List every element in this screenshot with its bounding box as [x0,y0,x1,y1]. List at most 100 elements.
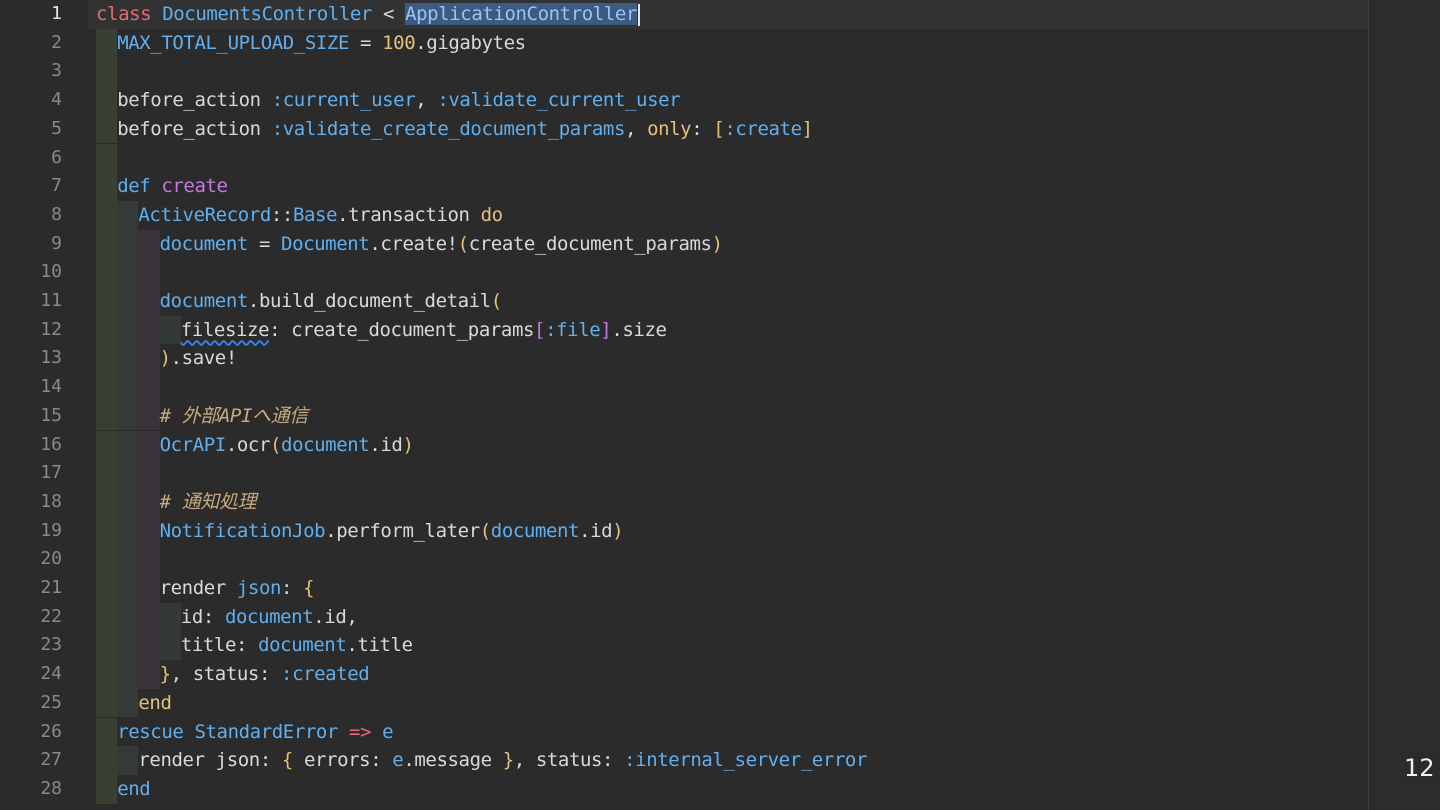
code-token: do [480,203,503,226]
code-token: e [392,749,404,772]
code-line[interactable]: 27 render json: { errors: e.message }, st… [0,746,1368,775]
line-number: 2 [51,31,62,53]
code-token: errors: [303,749,393,772]
indent-guide [117,287,139,316]
indent-guide [138,487,160,517]
code-line[interactable]: 1 class DocumentsController < Application… [0,0,1368,29]
code-token: : [281,577,304,599]
code-token: .title [346,634,413,657]
code-token: .id [579,519,613,542]
code-token: { [303,577,315,599]
code-token: only [647,117,692,140]
code-token: end [117,777,151,800]
code-line[interactable]: 5 before_action :validate_create_document… [0,114,1368,144]
indent-guide [96,258,118,287]
code-token: .perform_later [325,519,480,542]
line-number: 5 [51,117,62,139]
code-text: document.build_document_detail( [159,287,503,316]
code-line[interactable]: 28 end [0,774,1368,804]
code-line[interactable]: 11 document.build_document_detail( [0,287,1368,316]
code-token: .gigabytes [415,31,526,54]
indent-guide [138,430,160,460]
code-line[interactable]: 21 render json: { [0,574,1368,603]
code-text: title: document.title [181,631,413,660]
code-line[interactable]: 22 id: document.id, [0,602,1368,632]
indent-guide [117,315,139,345]
code-text: rescue StandardError => e [117,718,393,747]
indent-guide [96,315,118,345]
code-token: = [247,232,282,255]
line-number: 26 [40,720,62,742]
code-token: ) [402,433,414,456]
line-number: 12 [40,318,62,340]
indent-guide [96,287,118,316]
code-line[interactable]: 26 rescue StandardError => e [0,717,1368,747]
code-line[interactable]: 9 document = Document.create!(create_docu… [0,229,1368,259]
code-token: .build_document_detail [247,290,491,312]
code-text: class DocumentsController < ApplicationC… [96,0,640,29]
line-number: 14 [40,376,62,398]
indent-guide [96,344,118,374]
code-line[interactable]: 7 def create [0,172,1368,201]
code-text: MAX_TOTAL_UPLOAD_SIZE = 100.gigabytes [117,29,526,58]
indent-guide [117,229,139,259]
code-token: ActiveRecord [138,203,271,226]
code-line[interactable]: 20 [0,545,1368,574]
indent-guide [96,602,118,632]
indent-guide [96,373,118,402]
text-cursor [637,3,640,26]
indent-guide [117,430,139,460]
code-line[interactable]: 25 end [0,688,1368,718]
code-line[interactable]: 18 # 通知処理 [0,487,1368,517]
code-text: end [138,689,172,718]
indent-guide [138,545,160,574]
line-number: 19 [40,519,62,541]
code-token: filesize [180,318,270,341]
indent-guide [159,315,181,345]
code-token: , status: [170,663,282,686]
code-text: ).save! [159,344,238,373]
code-line[interactable]: 3 [0,57,1368,87]
indent-guide [117,373,139,402]
indent-guide [138,287,160,316]
line-number: 16 [40,433,62,455]
code-line[interactable]: 23 title: document.title [0,631,1368,661]
code-line[interactable]: 8 ActiveRecord::Base.transaction do [0,200,1368,230]
indent-guide [96,574,118,603]
code-token: [ [534,318,546,341]
code-line[interactable]: 19 NotificationJob.perform_later(document… [0,516,1368,546]
code-token: title: [180,634,259,657]
code-line[interactable]: 17 [0,459,1368,488]
code-text: }, status: :created [160,660,370,689]
code-line[interactable]: 10 [0,258,1368,287]
code-token: OcrAPI [159,433,227,456]
code-token: 100 [382,31,416,54]
indent-guide [138,631,160,661]
code-line[interactable]: 14 [0,373,1368,402]
code-line[interactable]: 2 MAX_TOTAL_UPLOAD_SIZE = 100.gigabytes [0,28,1368,58]
code-editor[interactable]: 1 class DocumentsController < Application… [0,0,1440,810]
code-token: render json: [138,749,282,772]
code-token: document [159,290,249,312]
code-line[interactable]: 15 # 外部APIへ通信 [0,401,1368,431]
code-text: # 外部APIへ通信 [160,402,309,431]
code-line[interactable]: 24}, status: :created [0,660,1368,689]
indent-guide [96,516,118,546]
code-line[interactable]: 13).save! [0,344,1368,374]
code-text: end [117,775,151,804]
code-token: ( [479,519,491,542]
line-number: 6 [51,146,62,168]
code-line[interactable]: 12 filesize: create_document_params[:file… [0,315,1368,345]
minimap[interactable] [1368,0,1440,810]
code-line[interactable]: 4 before_action :current_user, :validate_… [0,86,1368,115]
code-token: ) [159,347,171,370]
indent-guide [96,229,118,259]
code-token: < [371,3,406,25]
code-token: = [349,31,383,54]
code-token: , status: [513,749,625,772]
line-number: 15 [40,404,62,426]
code-line[interactable]: 16 OcrAPI.ocr(document.id) [0,430,1368,460]
indent-guide [96,86,118,115]
code-line[interactable]: 6 [0,143,1368,173]
indent-guide [117,459,139,488]
